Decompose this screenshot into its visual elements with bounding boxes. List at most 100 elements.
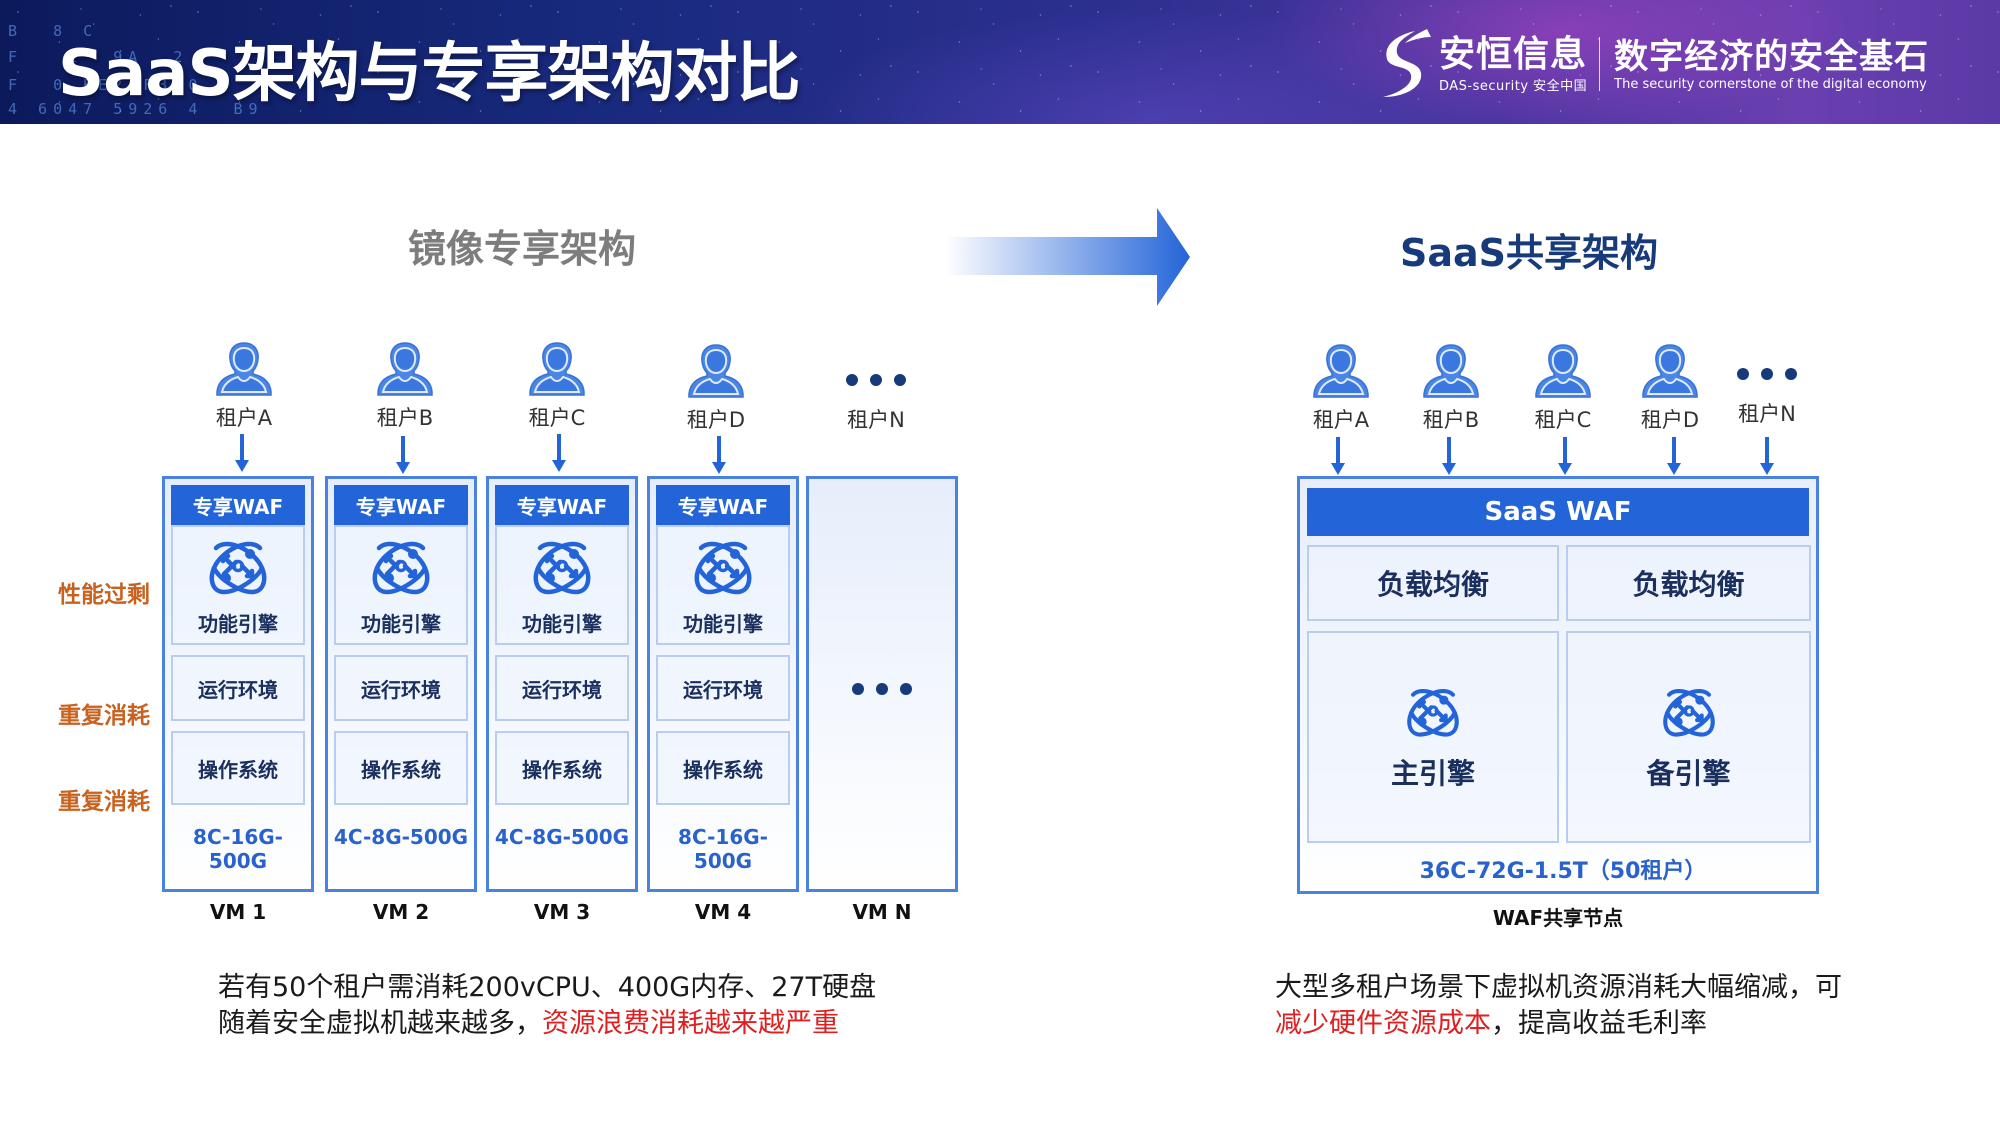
arrow-down-icon	[396, 436, 410, 474]
engine-icon	[1660, 682, 1718, 740]
function-engine-block: 功能引擎	[171, 525, 305, 645]
arrow-down-icon	[1667, 437, 1681, 475]
runtime-block: 运行环境	[495, 655, 629, 721]
caption-line: 大型多租户场景下虚拟机资源消耗大幅缩减，可	[1275, 972, 1842, 1003]
vm-column: 专享WAF 功能引擎 运行环境 操作系统 8C-16G-500G	[162, 476, 314, 892]
vm-column: 专享WAF 功能引擎 运行环境 操作系统 4C-8G-500G	[486, 476, 638, 892]
right-tenant-b: 租户B	[1396, 342, 1506, 434]
main-engine-block: 主引擎	[1307, 631, 1559, 843]
transition-arrow-icon	[945, 208, 1190, 306]
arrow-down-icon	[1442, 437, 1456, 475]
load-balancer-label: 负载均衡	[1376, 568, 1489, 601]
tenant-name: 租户C	[528, 406, 586, 430]
runtime-block: 运行环境	[334, 655, 468, 721]
person-icon	[214, 340, 274, 396]
dedicated-waf-header: 专享WAF	[656, 485, 790, 525]
tenant-name: 租户N	[847, 408, 905, 432]
side-label-duplicate-os: 重复消耗	[58, 789, 150, 815]
vm-label: VM 3	[533, 900, 591, 924]
caption-line: 随着安全虚拟机越来越多，资源浪费消耗越来越严重	[218, 1006, 876, 1042]
os-block: 操作系统	[334, 731, 468, 805]
person-icon	[1640, 342, 1700, 398]
os-label: 操作系统	[683, 757, 763, 782]
arrow-down-icon	[235, 434, 249, 472]
main-engine-label: 主引擎	[1390, 757, 1475, 790]
vm-label: VM 1	[209, 900, 267, 924]
right-tenant-n: 租户N	[1712, 342, 1822, 428]
tenant-name: 租户N	[1738, 402, 1796, 426]
dedicated-waf-header: 专享WAF	[334, 485, 468, 525]
vm-label: VM N	[852, 900, 912, 924]
vm-label: VM 2	[372, 900, 430, 924]
vm-spec: 4C-8G-500G	[333, 825, 469, 849]
arrow-down-icon	[552, 434, 566, 472]
tenant-name: 租户D	[1640, 408, 1700, 432]
caption-text: ，提高收益毛利率	[1491, 1008, 1707, 1039]
ellipsis-icon	[809, 683, 955, 695]
slogan-en: The security cornerstone of the digital …	[1614, 76, 1927, 92]
header-banner: B 8 C F E 9A 2 F 0 BE2 F3D0 4 6047 5926 …	[0, 0, 2000, 124]
caption-line: 减少硬件资源成本，提高收益毛利率	[1275, 1006, 1842, 1042]
left-caption: 若有50个租户需消耗200vCPU、400G内存、27T硬盘 随着安全虚拟机越来…	[218, 970, 876, 1042]
arrow-down-icon	[712, 436, 726, 474]
function-engine-block: 功能引擎	[656, 525, 790, 645]
engine-label: 功能引擎	[361, 611, 441, 636]
dedicated-waf-header: 专享WAF	[495, 485, 629, 525]
os-block: 操作系统	[656, 731, 790, 805]
runtime-block: 运行环境	[656, 655, 790, 721]
runtime-label: 运行环境	[683, 677, 763, 702]
left-tenant-b: 租户B	[350, 340, 460, 432]
runtime-label: 运行环境	[361, 677, 441, 702]
person-icon	[1421, 342, 1481, 398]
caption-line: 若有50个租户需消耗200vCPU、400G内存、27T硬盘	[218, 972, 877, 1003]
page-title: SaaS架构与专享架构对比	[58, 37, 801, 111]
runtime-label: 运行环境	[522, 677, 602, 702]
engine-label: 功能引擎	[522, 611, 602, 636]
right-caption: 大型多租户场景下虚拟机资源消耗大幅缩减，可 减少硬件资源成本，提高收益毛利率	[1275, 970, 1842, 1042]
backup-engine-block: 备引擎	[1566, 631, 1811, 843]
vm-column: 专享WAF 功能引擎 运行环境 操作系统 4C-8G-500G	[325, 476, 477, 892]
engine-label: 功能引擎	[683, 611, 763, 636]
backup-engine-label: 备引擎	[1646, 757, 1731, 790]
company-name-en: DAS-security 安全中国	[1439, 78, 1588, 94]
saas-architecture-title: SaaS共享架构	[1400, 231, 1659, 275]
engine-icon	[530, 534, 594, 598]
left-tenant-a: 租户A	[189, 340, 299, 432]
runtime-label: 运行环境	[198, 677, 278, 702]
right-tenant-d: 租户D	[1615, 342, 1725, 434]
os-label: 操作系统	[198, 757, 278, 782]
person-icon	[1533, 342, 1593, 398]
engine-icon	[206, 534, 270, 598]
left-tenant-d: 租户D	[661, 342, 771, 434]
runtime-block: 运行环境	[171, 655, 305, 721]
function-engine-block: 功能引擎	[334, 525, 468, 645]
function-engine-block: 功能引擎	[495, 525, 629, 645]
vm-spec: 8C-16G-500G	[678, 825, 768, 873]
right-tenant-c: 租户C	[1508, 342, 1618, 434]
ellipsis-icon	[1712, 336, 1822, 392]
load-balancer-label: 负载均衡	[1632, 568, 1745, 601]
tenant-name: 租户A	[1312, 408, 1370, 432]
engine-icon	[369, 534, 433, 598]
load-balancer-block: 负载均衡	[1307, 545, 1559, 621]
company-logo: 安恒信息 DAS-security 安全中国 数字经济的安全基石 The sec…	[1375, 26, 1929, 102]
side-label-duplicate-runtime: 重复消耗	[58, 703, 150, 729]
arrow-down-icon	[1558, 437, 1572, 475]
person-icon	[1311, 342, 1371, 398]
vm-column: 专享WAF 功能引擎 运行环境 操作系统 8C-16G-500G	[647, 476, 799, 892]
os-label: 操作系统	[361, 757, 441, 782]
engine-label: 功能引擎	[198, 611, 278, 636]
engine-icon	[691, 534, 755, 598]
vm-spec: 4C-8G-500G	[494, 825, 630, 849]
node-label: WAF共享节点	[1492, 906, 1624, 930]
tenant-name: 租户C	[1534, 408, 1592, 432]
caption-text: 随着安全虚拟机越来越多，	[218, 1008, 542, 1039]
logo-mark-icon	[1383, 29, 1431, 97]
tenant-name: 租户B	[376, 406, 434, 430]
dedicated-architecture-title: 镜像专享架构	[408, 227, 637, 271]
right-tenant-a: 租户A	[1286, 342, 1396, 434]
node-spec: 36C-72G-1.5T（50租户）	[1419, 859, 1707, 884]
person-icon	[527, 340, 587, 396]
waf-shared-node: SaaS WAF 负载均衡 负载均衡 主引擎 备引擎 36C-72G-1.5T（…	[1297, 476, 1819, 894]
ellipsis-icon	[821, 342, 931, 398]
